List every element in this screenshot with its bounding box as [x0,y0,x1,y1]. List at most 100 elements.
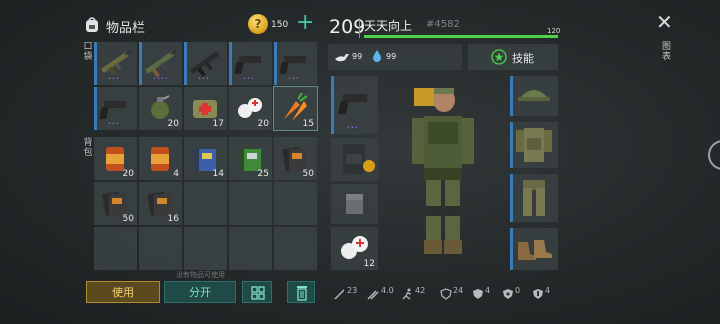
item-count: 4 [173,169,179,179]
body-slot[interactable] [510,122,558,168]
pocket-slot-8[interactable]: 17 [184,87,227,130]
quick-item-slot[interactable]: 12 [331,227,378,270]
backpack-label: 背包 [83,138,93,158]
backpack-slot-2[interactable]: 4 [139,137,182,180]
xp-value: 120 [547,27,561,35]
rarity-dots: ••• [108,76,120,82]
coin-icon: ? [248,14,268,34]
food-icon [334,49,350,68]
pocket-slot[interactable] [331,184,378,224]
side-drawer-handle[interactable] [708,140,720,170]
backpack-slot-7[interactable]: 16 [139,182,182,225]
character-model [398,82,488,282]
backpack-slot-9[interactable] [229,182,272,225]
backpack-slot-1[interactable]: 20 [94,137,137,180]
item-count: 20 [167,119,179,129]
item-count: 12 [363,259,375,269]
discard-button[interactable] [287,281,315,303]
running-icon [401,285,413,304]
backpack-slot-14[interactable] [229,227,272,270]
sort-button[interactable] [242,281,272,303]
radiation-resist-value: 0 [515,286,521,295]
trash-icon [297,286,307,301]
rarity-dots: ••• [108,121,120,127]
item-count: 20 [257,119,269,129]
backpack-slot-5[interactable]: 50 [274,137,317,180]
backpack-slot-13[interactable] [184,227,227,270]
close-button[interactable]: ✕ [656,10,673,34]
pants-icon [523,180,545,216]
rarity-edge [510,228,513,270]
pocket-slot-9[interactable]: 20 [229,87,272,130]
coin-count: 150 [271,20,289,30]
backpack-slot-12[interactable] [139,227,182,270]
armor-vest-icon [516,128,552,162]
water-value: 99 [386,52,397,61]
skills-label: 技能 [512,52,534,65]
backpack-slot-8[interactable] [184,182,227,225]
heat-shield-icon [472,285,484,304]
backpack-slot-11[interactable] [94,227,137,270]
pocket-slot-5[interactable]: ••• [274,42,317,85]
star-icon [491,49,507,69]
item-count: 20 [122,169,134,179]
divider [359,18,360,38]
player-id: #4582 [426,19,460,30]
item-count: 50 [122,214,134,224]
rarity-dots: ••• [347,125,359,131]
pocket-slot-3[interactable]: ••• [184,42,227,85]
xp-bar-fill [364,35,558,38]
use-button[interactable]: 使用 [86,281,160,303]
legs-slot[interactable] [510,174,558,222]
split-button[interactable]: 分开 [164,281,236,303]
heat-resist-value: 4 [485,286,491,295]
backpack-slot-3[interactable]: 14 [184,137,227,180]
attack-speed-value: 4.0 [381,286,394,295]
pocket-slot-1[interactable]: ••• [94,42,137,85]
no-usable-item-hint: 没有物品可使用 [176,271,225,279]
item-count: 15 [302,119,314,129]
rarity-dots: ••• [198,76,210,82]
tactical-backpack-icon [343,144,375,174]
attack-icon [333,285,345,304]
armor-value: 24 [453,286,464,295]
pocket-icon [346,194,363,214]
feet-slot[interactable] [510,228,558,270]
pocket-slot-7[interactable]: 20 [139,87,182,130]
backpack-slot-10[interactable] [274,182,317,225]
pocket-slot-10[interactable]: 15 [273,86,318,131]
head-slot[interactable] [510,76,558,116]
water-drop-icon [372,48,382,67]
chart-tab-label[interactable]: 图表 [662,42,672,62]
backpack-slot-6[interactable]: 50 [94,182,137,225]
boots-icon [518,240,552,260]
radiation-shield-icon [502,285,514,304]
attack-speed-icon [367,285,379,304]
backpack-slot-15[interactable] [274,227,317,270]
backpack-slot[interactable] [331,138,378,181]
add-coins-button[interactable]: + [296,12,314,34]
helmet-icon [518,90,550,101]
toxic-shield-icon [532,285,544,304]
item-count: 14 [212,169,224,179]
inventory-title: 物品栏 [106,21,146,36]
item-count: 16 [167,214,179,224]
attack-value: 23 [347,286,358,295]
rarity-dots: ••• [243,76,255,82]
rarity-edge [510,174,513,222]
backpack-slot-4[interactable]: 25 [229,137,272,180]
backpack-icon [84,16,100,33]
item-count: 17 [212,119,224,129]
pocket-slot-4[interactable]: ••• [229,42,272,85]
weapon-slot[interactable]: ••• [331,76,378,134]
pocket-slot-6[interactable]: ••• [94,87,137,130]
speed-value: 42 [415,286,426,295]
rarity-dots: •••• [153,76,169,82]
item-count: 50 [302,169,314,179]
rarity-edge [510,76,513,116]
rarity-edge [331,76,334,134]
rarity-edge [510,122,513,168]
pocket-slot-2[interactable]: •••• [139,42,182,85]
rarity-dots: ••• [288,76,300,82]
player-name: 天天向上 [364,19,413,33]
